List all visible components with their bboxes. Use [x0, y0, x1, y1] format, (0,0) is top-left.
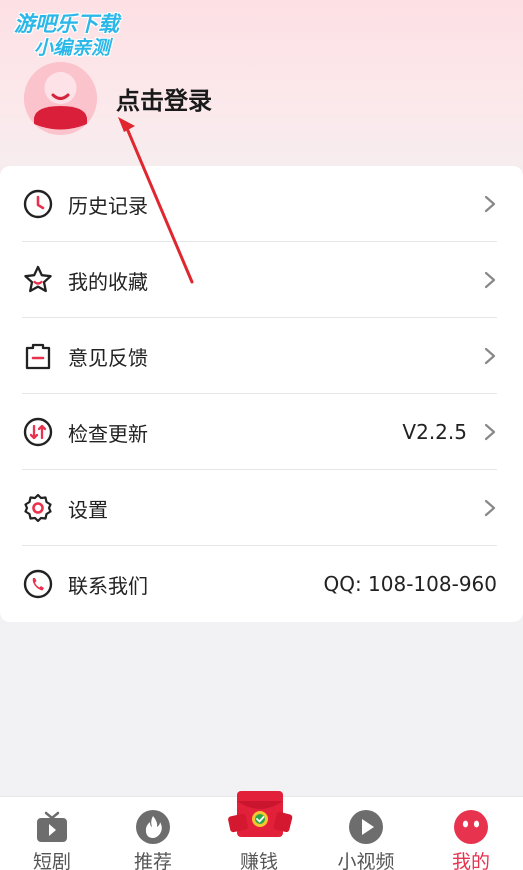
watermark-line-2: 小编亲测 — [34, 37, 111, 59]
login-link[interactable]: 点击登录 — [116, 81, 212, 116]
menu-item-contact-us[interactable]: 联系我们 QQ: 108-108-960 — [0, 546, 523, 622]
chevron-right-icon — [484, 423, 496, 441]
star-icon — [24, 265, 52, 293]
menu-item-settings[interactable]: 设置 — [0, 470, 523, 546]
menu-item-label: 我的收藏 — [68, 269, 148, 294]
menu-item-label: 意见反馈 — [68, 345, 148, 370]
chevron-right-icon — [484, 499, 496, 517]
tab-short-drama[interactable]: 短剧 — [0, 797, 104, 870]
menu-item-label: 联系我们 — [68, 573, 148, 598]
menu-item-favorites[interactable]: 我的收藏 — [0, 242, 523, 318]
tab-short-video[interactable]: 小视频 — [314, 797, 418, 870]
tab-mine[interactable]: 我的 — [419, 797, 523, 870]
contact-qq-value: QQ: 108-108-960 — [323, 572, 497, 596]
menu-item-check-update[interactable]: 检查更新 V2.2.5 — [0, 394, 523, 470]
chevron-right-icon — [484, 271, 496, 289]
menu-item-label: 历史记录 — [68, 193, 148, 218]
profile-face-icon — [454, 810, 488, 844]
avatar[interactable] — [24, 62, 97, 135]
menu-item-label: 设置 — [68, 497, 108, 522]
play-icon — [349, 810, 383, 844]
clock-icon — [23, 189, 53, 219]
tab-label: 短剧 — [32, 851, 71, 870]
chevron-right-icon — [484, 347, 496, 365]
tab-label: 推荐 — [133, 851, 172, 870]
menu-card: 历史记录 我的收藏 意见反馈 检查更新 V2.2.5 设置 联系我们 QQ: 1… — [0, 166, 523, 622]
tv-icon — [37, 811, 67, 842]
flame-icon — [136, 810, 170, 844]
tab-label: 小视频 — [337, 851, 395, 870]
gear-icon — [24, 493, 52, 523]
feedback-icon — [25, 343, 51, 370]
version-value: V2.2.5 — [402, 420, 467, 444]
red-envelope-icon[interactable] — [227, 789, 293, 845]
menu-item-history[interactable]: 历史记录 — [0, 166, 523, 242]
tab-label: 赚钱 — [239, 851, 278, 870]
update-icon — [23, 417, 53, 447]
menu-item-label: 检查更新 — [68, 421, 148, 446]
default-avatar-icon — [24, 62, 97, 135]
chevron-right-icon — [484, 195, 496, 213]
tab-recommend[interactable]: 推荐 — [101, 797, 205, 870]
tab-label: 我的 — [451, 851, 490, 870]
watermark-line-1: 游吧乐下载 — [14, 12, 119, 36]
phone-icon — [23, 569, 53, 599]
watermark: 游吧乐下载 小编亲测 — [14, 12, 140, 60]
menu-item-feedback[interactable]: 意见反馈 — [0, 318, 523, 394]
